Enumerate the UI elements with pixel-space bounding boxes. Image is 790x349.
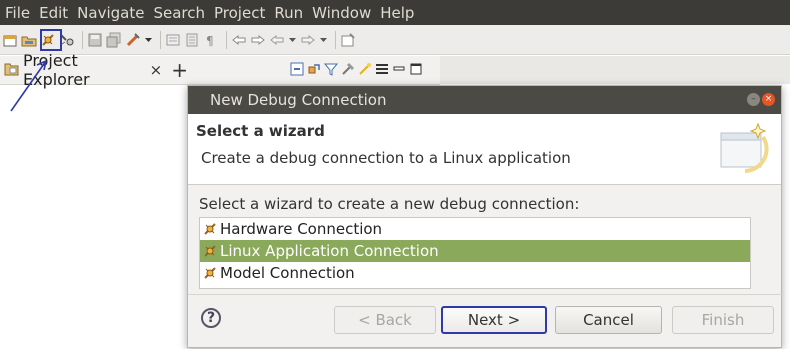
pin-icon[interactable] [340,32,356,48]
cancel-button[interactable]: Cancel [555,306,662,334]
dropdown-icon[interactable] [319,32,328,48]
toolbar-separator [226,30,227,49]
minimize-icon[interactable] [392,62,406,76]
finish-button[interactable]: Finish [672,306,774,334]
toolbar-separator [335,30,336,49]
wizard-header-description: Create a debug connection to a Linux app… [201,149,571,167]
back-icon[interactable] [231,32,247,48]
annotation-arrow-icon [10,60,47,112]
dialog-separator [188,294,783,295]
wand-icon[interactable] [358,62,372,76]
nav-forward-icon[interactable] [300,32,316,48]
dialog-title-bar[interactable]: New Debug Connection – × [188,86,781,114]
list-item-label: Linux Application Connection [220,242,439,260]
back-button[interactable]: < Back [334,306,436,334]
list-item-label: Hardware Connection [220,220,383,238]
wizard-header-title: Select a wizard [196,122,325,140]
menu-bar: File Edit Navigate Search Project Run Wi… [0,0,790,25]
open-icon[interactable] [21,32,37,48]
list-item-label: Model Connection [220,264,355,282]
wizard-header: Select a wizard Create a debug connectio… [188,114,781,185]
svg-text:¶: ¶ [206,34,214,48]
run-icon[interactable] [125,32,141,48]
menu-window[interactable]: Window [307,4,375,22]
filter-icon[interactable] [323,62,339,76]
wizard-body: Select a wizard to create a new debug co… [188,185,781,295]
debug-connection-icon [202,221,218,237]
dropdown-icon[interactable] [144,32,153,48]
explorer-view-toolbar [290,62,426,76]
dialog-title: New Debug Connection [210,91,387,109]
hammer-icon[interactable] [341,62,355,76]
new-icon[interactable] [2,32,18,48]
menu-file[interactable]: File [0,4,34,22]
toggle-icon[interactable] [165,32,181,48]
list-item-linux-application-connection[interactable]: Linux Application Connection [200,240,750,262]
dropdown-icon[interactable] [288,32,297,48]
next-button[interactable]: Next > [441,306,547,334]
editor-area-header [440,56,790,84]
menu-search[interactable]: Search [148,4,209,22]
wizard-prompt: Select a wizard to create a new debug co… [199,195,580,213]
link-editor-icon[interactable] [307,62,321,76]
menu-edit[interactable]: Edit [34,4,72,22]
toolbar-highlight-annotation [40,29,62,51]
toolbar-separator [82,30,83,49]
save-all-icon[interactable] [106,32,122,48]
nav-back-icon[interactable] [269,32,285,48]
window-minimize-icon[interactable]: – [747,93,760,106]
pilcrow-icon[interactable]: ¶ [203,32,219,48]
list-item-model-connection[interactable]: Model Connection [200,262,750,284]
close-icon[interactable]: × [150,61,163,79]
view-menu-icon[interactable] [375,62,389,76]
help-icon[interactable]: ? [201,308,221,328]
dialog-button-bar: ? < Back Next > Cancel Finish [188,296,783,349]
list-item-hardware-connection[interactable]: Hardware Connection [200,218,750,240]
menu-run[interactable]: Run [269,4,307,22]
wizard-list[interactable]: Hardware Connection Linux Application Co… [199,217,751,289]
wizard-banner-icon [720,122,769,173]
debug-connection-icon [202,265,218,281]
forward-icon[interactable] [250,32,266,48]
toolbar-separator [160,30,161,49]
save-icon[interactable] [87,32,103,48]
maximize-icon[interactable] [409,62,423,76]
new-debug-connection-dialog: New Debug Connection – × Select a wizard… [187,85,783,349]
debug-connection-icon [202,243,218,259]
window-close-icon[interactable]: × [762,93,775,106]
menu-help[interactable]: Help [375,4,418,22]
add-tab-icon[interactable]: + [171,60,188,80]
block-icon[interactable] [184,32,200,48]
menu-project[interactable]: Project [209,4,269,22]
collapse-all-icon[interactable] [290,62,304,76]
menu-navigate[interactable]: Navigate [72,4,148,22]
